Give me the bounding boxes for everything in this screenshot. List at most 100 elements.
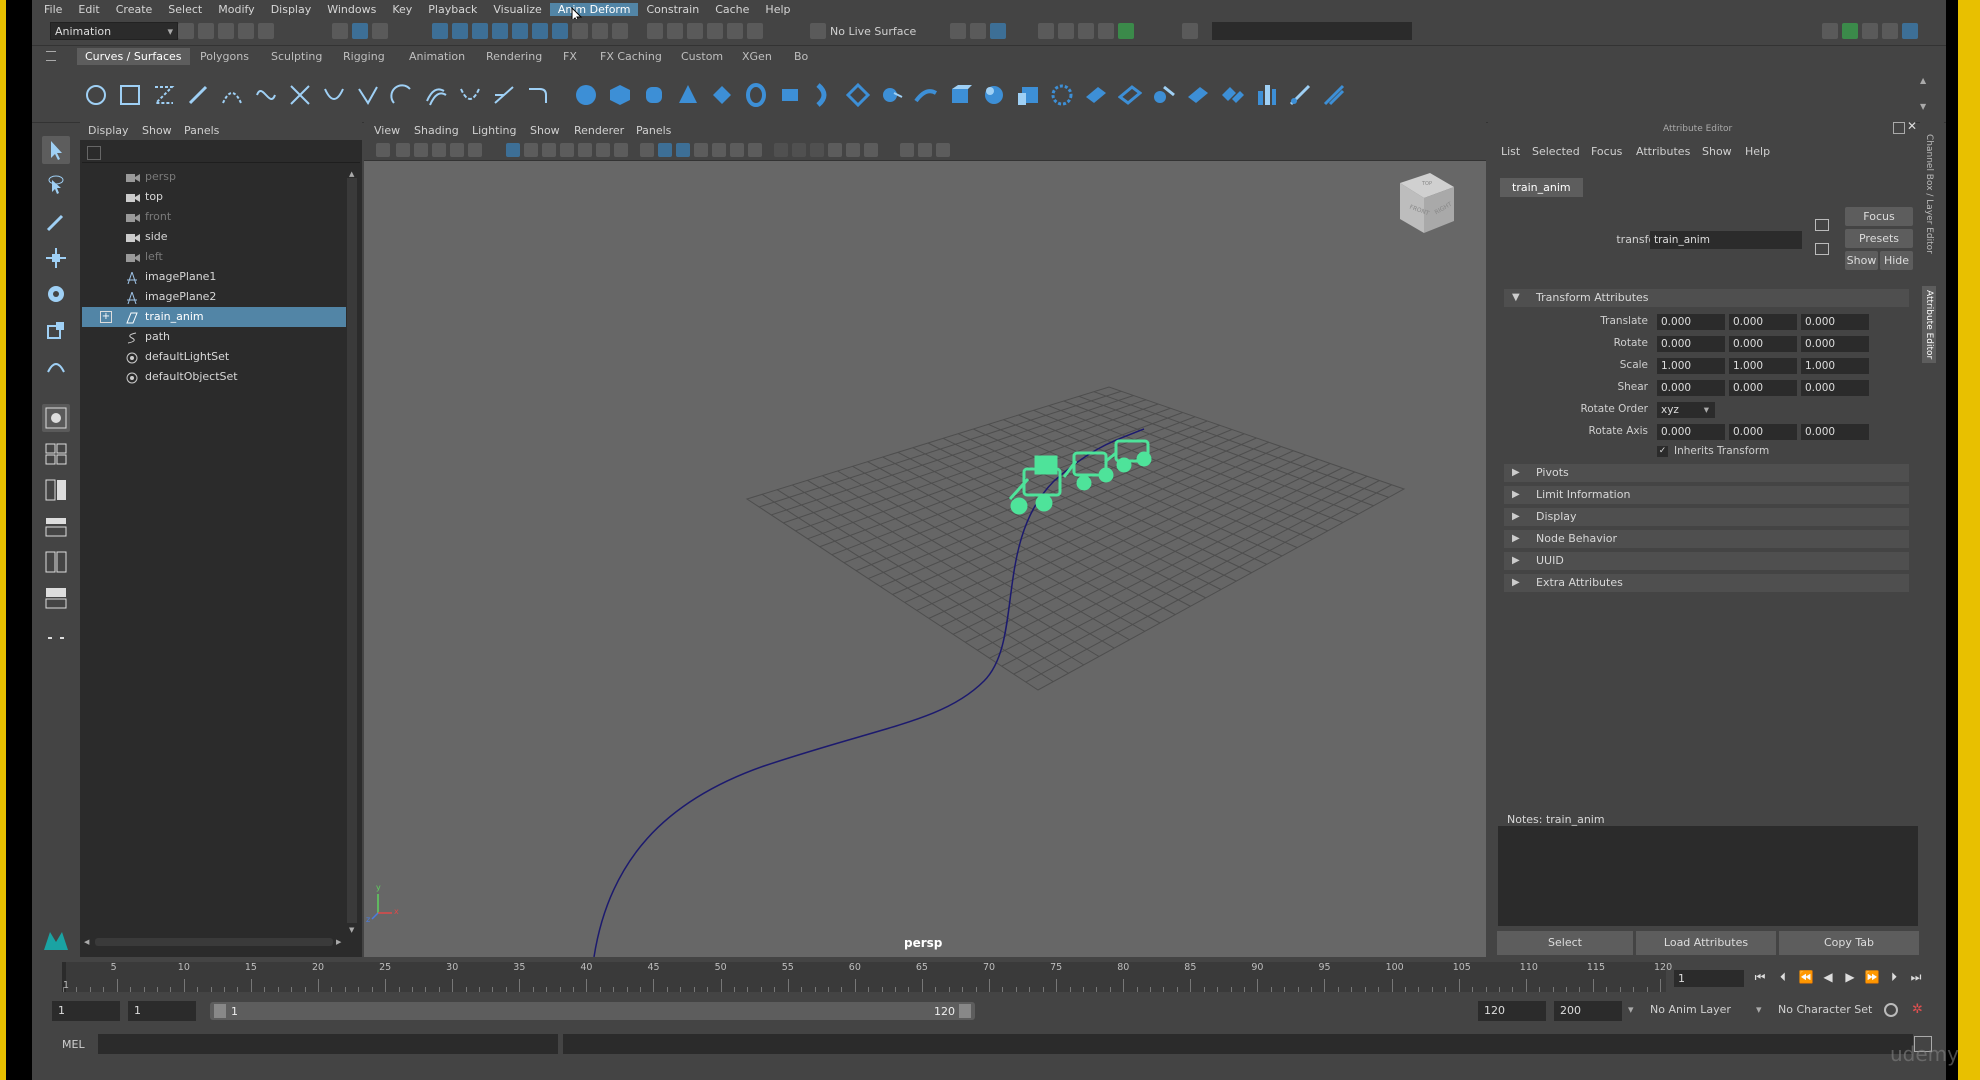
cv-curve-icon[interactable] — [152, 83, 176, 107]
snap-grid-icon[interactable] — [432, 23, 448, 39]
attach-curves-icon[interactable] — [288, 83, 312, 107]
outliner-hscrollbar[interactable] — [95, 938, 333, 946]
hypershade-icon[interactable] — [707, 23, 723, 39]
viewport-menu-shading[interactable]: Shading — [414, 124, 459, 137]
translate-y-field[interactable]: 0.000 — [1729, 314, 1797, 330]
shelf-tab-sculpting[interactable]: Sculpting — [263, 48, 330, 65]
light-editor-icon[interactable] — [747, 23, 763, 39]
translate-x-field[interactable]: 0.000 — [1657, 314, 1725, 330]
display-section[interactable]: ▶ Display — [1504, 508, 1909, 526]
grid-toggle-icon[interactable] — [506, 143, 520, 157]
range-slider-start-handle[interactable] — [214, 1004, 226, 1018]
anim-layer-dropdown[interactable]: No Anim Layer — [1650, 1003, 1731, 1016]
hscroll-right-icon[interactable]: ▶ — [336, 938, 341, 946]
four-view-layout-icon[interactable] — [42, 440, 70, 468]
output-node-icon[interactable] — [1815, 243, 1829, 255]
untrim-icon[interactable] — [1152, 83, 1176, 107]
outliner-item-defaultobjectset[interactable]: defaultObjectSet — [82, 367, 346, 387]
nurbs-circle-icon[interactable] — [84, 83, 108, 107]
rotate-x-field[interactable]: 0.000 — [1657, 336, 1725, 352]
select-component-icon[interactable] — [372, 23, 388, 39]
outliner-scroll-up-icon[interactable]: ▲ — [349, 170, 354, 178]
sidebar-toggle-icon[interactable] — [1182, 23, 1198, 39]
tool-settings-icon[interactable] — [1862, 23, 1878, 39]
safe-title-icon[interactable] — [614, 143, 628, 157]
outliner-scrollbar[interactable] — [347, 178, 357, 923]
search-filter-icon[interactable] — [87, 146, 101, 160]
pivots-section[interactable]: ▶ Pivots — [1504, 464, 1909, 482]
render-setup-icon[interactable] — [727, 23, 743, 39]
symmetry-icon[interactable] — [950, 23, 966, 39]
ae-menu-help[interactable]: Help — [1745, 145, 1770, 158]
show-button[interactable]: Show — [1845, 251, 1878, 270]
ipr-render-icon[interactable] — [667, 23, 683, 39]
channel-box-tab[interactable]: Channel Box / Layer Editor — [1924, 134, 1934, 254]
ae-menu-attributes[interactable]: Attributes — [1636, 145, 1690, 158]
insert-isoparm-icon[interactable] — [1288, 83, 1312, 107]
snap-point-icon[interactable] — [472, 23, 488, 39]
outliner-item-path[interactable]: path — [82, 327, 346, 347]
transform-name-field[interactable] — [1650, 231, 1802, 249]
image-plane-toggle-icon[interactable] — [432, 143, 446, 157]
save-scene-icon[interactable] — [218, 23, 234, 39]
rotate-y-field[interactable]: 0.000 — [1729, 336, 1797, 352]
shelf-tab-fx-caching[interactable]: FX Caching — [592, 48, 670, 65]
shelf-tab-rigging[interactable]: Rigging — [335, 48, 393, 65]
notes-textarea[interactable] — [1498, 826, 1918, 926]
play-backwards-icon[interactable]: ◀ — [1820, 969, 1836, 985]
2d-pan-zoom-icon[interactable] — [450, 143, 464, 157]
step-forward-frame-icon[interactable]: ⏵ — [1886, 969, 1902, 985]
snap-view-icon[interactable] — [492, 23, 508, 39]
outliner-scroll-down-icon[interactable]: ▼ — [349, 926, 354, 934]
select-tool-icon[interactable] — [42, 136, 70, 164]
menu-cache[interactable]: Cache — [707, 3, 757, 16]
film-gate-icon[interactable] — [524, 143, 538, 157]
lock-icon[interactable] — [592, 23, 608, 39]
use-all-lights-icon[interactable] — [712, 143, 726, 157]
screen-space-ao-icon[interactable] — [748, 143, 762, 157]
grease-pencil-icon[interactable] — [468, 143, 482, 157]
load-attributes-button[interactable]: Load Attributes — [1636, 931, 1776, 955]
shear-y-field[interactable]: 0.000 — [1729, 380, 1797, 396]
step-back-frame-icon[interactable]: ⏴ — [1775, 969, 1791, 985]
translate-z-field[interactable]: 0.000 — [1801, 314, 1869, 330]
extra-attributes-section[interactable]: ▶ Extra Attributes — [1504, 574, 1909, 592]
lasso-tool-icon[interactable] — [42, 172, 70, 200]
outliner-menu-panels[interactable]: Panels — [184, 124, 219, 137]
rebuild-curve-icon[interactable] — [492, 83, 516, 107]
step-forward-key-icon[interactable]: ⏩ — [1864, 969, 1880, 985]
viewcube-top-label[interactable]: TOP — [1422, 181, 1432, 187]
viewport-transform-icon[interactable] — [936, 143, 950, 157]
hide-button[interactable]: Hide — [1880, 251, 1913, 270]
ae-node-tab[interactable]: train_anim — [1500, 178, 1583, 197]
nurbs-torus-icon[interactable] — [744, 83, 768, 107]
redo-icon[interactable] — [258, 23, 274, 39]
viewport-menu-show[interactable]: Show — [530, 124, 560, 137]
undo-icon[interactable] — [238, 23, 254, 39]
viewport-menu-view[interactable]: View — [374, 124, 400, 137]
gamma-icon[interactable] — [918, 143, 932, 157]
magnet-icon[interactable] — [810, 23, 826, 39]
float-panel-icon[interactable] — [1893, 122, 1905, 134]
planar-icon[interactable] — [846, 83, 870, 107]
channel-box-icon[interactable] — [1882, 23, 1898, 39]
shelf-tab-bo[interactable]: Bo — [786, 48, 816, 65]
menu-edit[interactable]: Edit — [70, 3, 107, 16]
scale-y-field[interactable]: 1.000 — [1729, 358, 1797, 374]
scale-x-field[interactable]: 1.000 — [1657, 358, 1725, 374]
menu-anim-deform[interactable]: Anim Deform — [549, 3, 639, 16]
soft-select-icon[interactable] — [970, 23, 986, 39]
ep-curve-icon[interactable] — [220, 83, 244, 107]
playback-start-field[interactable]: 1 — [128, 1001, 196, 1021]
expand-plus-icon[interactable]: + — [100, 311, 112, 323]
attribute-editor-tab[interactable]: Attribute Editor — [1922, 286, 1936, 364]
outliner-item-side[interactable]: side — [82, 227, 346, 247]
move-tool-icon[interactable] — [42, 244, 70, 272]
safe-action-icon[interactable] — [596, 143, 610, 157]
ae-menu-focus[interactable]: Focus — [1591, 145, 1622, 158]
command-input[interactable] — [98, 1034, 558, 1054]
hypershade-layout-icon[interactable] — [42, 584, 70, 612]
render-camera-icon[interactable] — [1118, 23, 1134, 39]
toolbox-more-icon[interactable] — [42, 624, 70, 652]
rotate-z-field[interactable]: 0.000 — [1801, 336, 1869, 352]
